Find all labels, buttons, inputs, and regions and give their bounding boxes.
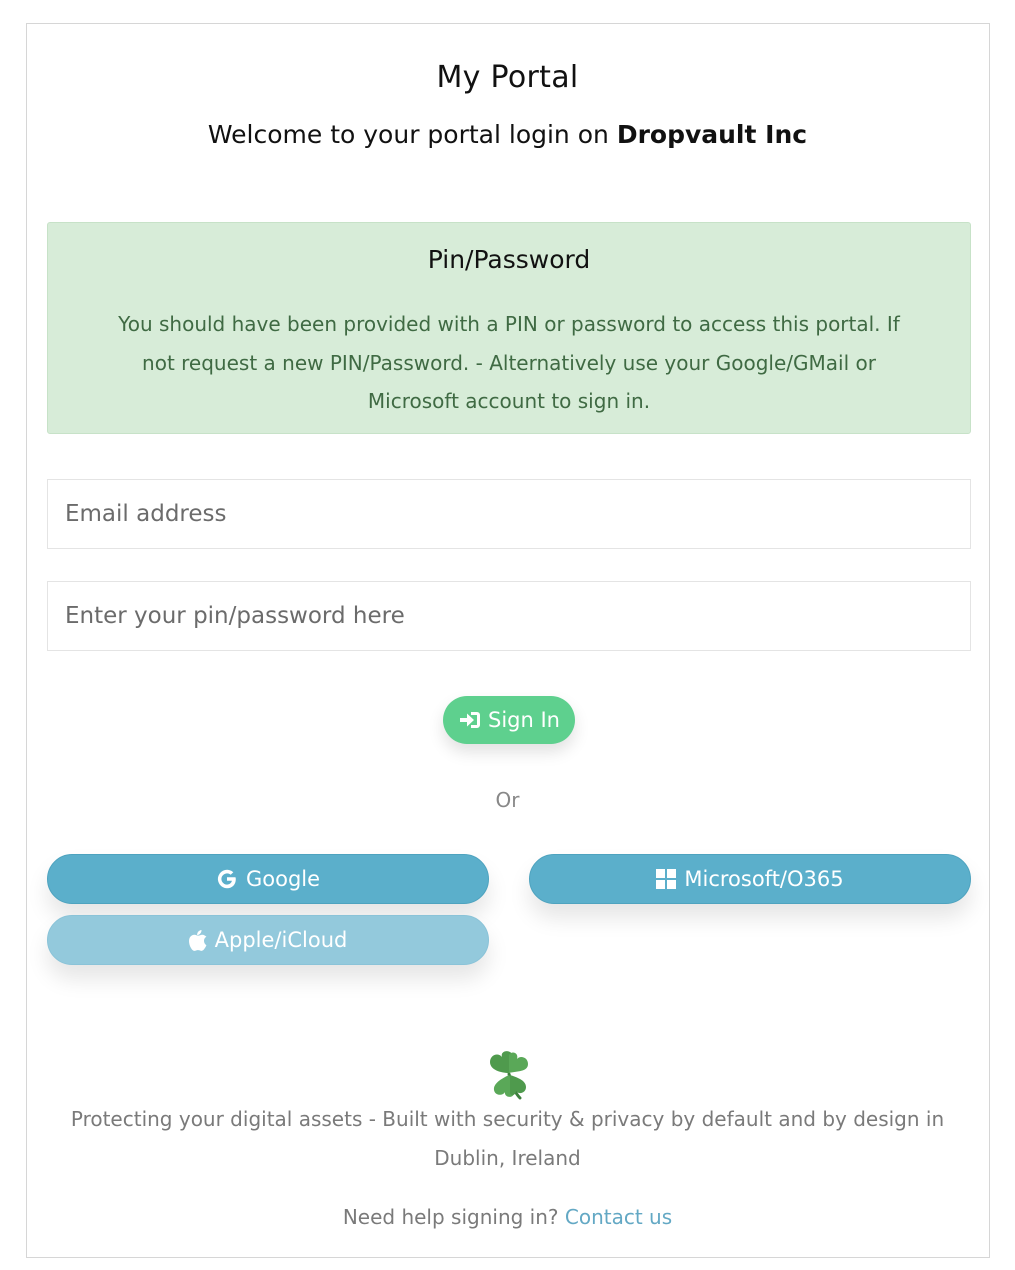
apple-icon xyxy=(188,929,207,951)
help-prefix: Need help signing in? xyxy=(342,1205,565,1229)
apple-label: Apple/iCloud xyxy=(214,928,348,952)
info-message: You should have been provided with a PIN… xyxy=(118,312,900,413)
help-line: Need help signing in? Contact us xyxy=(0,1205,1015,1229)
or-divider: Or xyxy=(495,788,520,812)
google-icon xyxy=(216,868,238,890)
microsoft-label: Microsoft/O365 xyxy=(684,867,844,891)
google-label: Google xyxy=(245,867,321,891)
sign-in-icon xyxy=(458,710,482,730)
contact-us-link[interactable]: Contact us xyxy=(565,1205,672,1229)
welcome-prefix: Welcome to your portal login on xyxy=(207,120,617,149)
google-signin-button[interactable]: Google xyxy=(47,854,489,904)
apple-signin-button[interactable]: Apple/iCloud xyxy=(47,915,489,965)
email-field[interactable] xyxy=(47,479,971,549)
shamrock-icon xyxy=(486,1050,532,1100)
pin-password-field[interactable] xyxy=(47,581,971,651)
info-heading: Pin/Password xyxy=(427,245,591,274)
microsoft-signin-button[interactable]: Microsoft/O365 xyxy=(529,854,971,904)
footer-tagline: Protecting your digital assets - Built w… xyxy=(70,1107,945,1170)
sign-in-label: Sign In xyxy=(488,708,560,732)
welcome-message: Welcome to your portal login on Dropvaul… xyxy=(0,120,1015,149)
windows-icon xyxy=(656,869,677,889)
company-name: Dropvault Inc xyxy=(616,120,808,149)
page-title: My Portal xyxy=(436,60,579,95)
info-box: Pin/Password You should have been provid… xyxy=(47,222,971,434)
sign-in-button[interactable]: Sign In xyxy=(443,696,575,744)
